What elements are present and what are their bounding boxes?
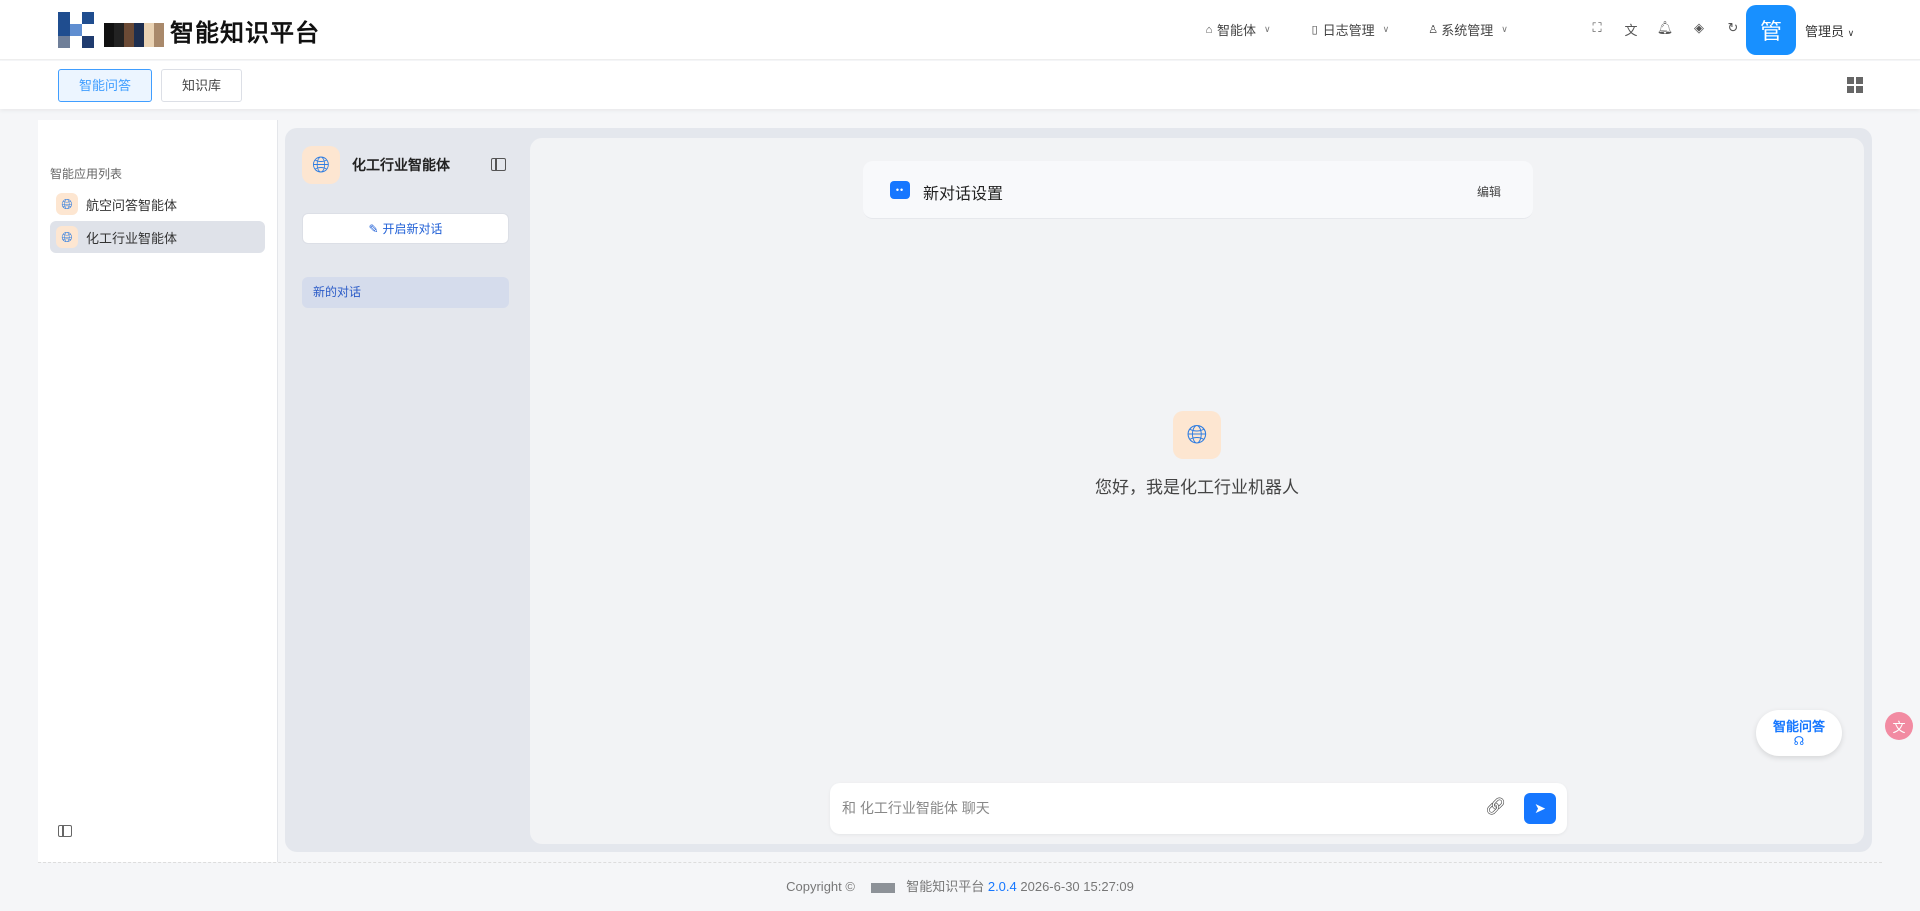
chat-input-box: 🔗︎ ➤ bbox=[830, 783, 1567, 834]
chat-workspace: 🌐︎ 化工行业智能体 ✎ 开启新对话 新的对话 •• 新对话设置 编辑 🌐︎ 您… bbox=[285, 128, 1872, 852]
globe-icon: 🌐︎ bbox=[56, 193, 78, 215]
welcome-message: 您好，我是化工行业机器人 bbox=[1095, 478, 1299, 497]
chevron-down-icon: ∨ bbox=[1501, 24, 1508, 34]
sidebar-item-label: 航空问答智能体 bbox=[86, 197, 178, 213]
tabs-bar: 智能问答 知识库 bbox=[0, 61, 1920, 109]
logo-mark bbox=[58, 12, 94, 48]
app-list-sidebar: 智能应用列表 🌐︎ 航空问答智能体 🌐︎ 化工行业智能体 bbox=[38, 120, 278, 862]
top-nav: ⌂ 智能体 ∨ ▯ 日志管理 ∨ ♙ 系统管理 ∨ bbox=[1203, 20, 1546, 39]
user-name: 管理员 bbox=[1805, 24, 1845, 39]
copyright-text: Copyright © bbox=[786, 879, 855, 894]
theme-icon[interactable]: ◈ bbox=[1682, 20, 1716, 39]
nav-agents[interactable]: ⌂ 智能体 ∨ bbox=[1203, 20, 1271, 39]
apps-grid-icon[interactable] bbox=[1847, 77, 1863, 93]
sidebar-item-chemical[interactable]: 🌐︎ 化工行业智能体 bbox=[50, 221, 265, 253]
send-button[interactable]: ➤ bbox=[1524, 793, 1556, 824]
refresh-icon[interactable]: ↻ bbox=[1716, 20, 1750, 39]
send-icon: ➤ bbox=[1534, 800, 1546, 816]
chat-bubble-icon: •• bbox=[890, 181, 910, 199]
robot-icon: ⌂ bbox=[1205, 23, 1213, 36]
nav-logs[interactable]: ▯ 日志管理 ∨ bbox=[1309, 20, 1390, 39]
avatar[interactable]: 管 bbox=[1746, 5, 1796, 55]
sidebar-item-aviation[interactable]: 🌐︎ 航空问答智能体 bbox=[50, 188, 265, 220]
sidebar-item-label: 化工行业智能体 bbox=[86, 230, 178, 246]
footer-product: 智能知识平台 bbox=[906, 879, 985, 894]
settings-edit-button[interactable]: 编辑 bbox=[1477, 183, 1501, 200]
agent-name: 化工行业智能体 bbox=[352, 157, 450, 173]
floating-qa-button[interactable]: 智能问答 ☊ bbox=[1756, 710, 1842, 756]
header-tools: ⛶ 文 🔔︎ ◈ ↻ bbox=[1580, 20, 1750, 39]
globe-icon: 🌐︎ bbox=[1173, 411, 1221, 459]
tab-knowledge-base[interactable]: 知识库 bbox=[161, 69, 243, 102]
app-title: 智能知识平台 bbox=[170, 19, 320, 47]
chevron-down-icon: ∨ bbox=[1382, 24, 1390, 34]
sidebar-title: 智能应用列表 bbox=[50, 167, 123, 181]
chevron-down-icon: ∨ bbox=[1264, 24, 1271, 34]
footer: Copyright © 智能知识平台 2.0.4 2026-6-30 15:27… bbox=[38, 862, 1882, 911]
chat-input[interactable] bbox=[842, 796, 1462, 820]
footer-logo bbox=[870, 882, 895, 893]
globe-icon: 🌐︎ bbox=[302, 146, 340, 184]
new-chat-label: 开启新对话 bbox=[382, 222, 443, 236]
headset-icon: ☊ bbox=[1793, 734, 1805, 748]
bell-icon[interactable]: 🔔︎ bbox=[1648, 20, 1682, 39]
logo[interactable]: 智能知识平台 bbox=[58, 12, 320, 48]
chevron-down-icon: ∨ bbox=[1847, 28, 1855, 38]
translate-icon[interactable]: 文 bbox=[1614, 20, 1648, 39]
footer-timestamp: 2026-6-30 15:27:09 bbox=[1020, 879, 1134, 894]
nav-agents-label: 智能体 bbox=[1217, 23, 1257, 38]
settings-title: 新对话设置 bbox=[923, 186, 1004, 203]
nav-system-label: 系统管理 bbox=[1441, 23, 1494, 38]
paperclip-icon[interactable]: 🔗︎ bbox=[1485, 797, 1507, 817]
new-chat-button[interactable]: ✎ 开启新对话 bbox=[302, 213, 509, 244]
agent-header: 🌐︎ 化工行业智能体 bbox=[302, 145, 508, 185]
floating-qa-label: 智能问答 bbox=[1772, 719, 1825, 734]
fullscreen-icon[interactable]: ⛶ bbox=[1580, 20, 1614, 39]
conversation-item[interactable]: 新的对话 bbox=[302, 277, 509, 308]
edit-icon: ✎ bbox=[368, 221, 379, 236]
chat-area: •• 新对话设置 编辑 🌐︎ 您好，我是化工行业机器人 🔗︎ ➤ bbox=[530, 138, 1864, 844]
top-header: 智能知识平台 ⌂ 智能体 ∨ ▯ 日志管理 ∨ ♙ 系统管理 ∨ ⛶ 文 🔔︎ … bbox=[0, 0, 1920, 60]
sidebar-collapse-icon[interactable] bbox=[58, 825, 72, 837]
tab-smart-qa[interactable]: 智能问答 bbox=[58, 69, 153, 102]
logo-wordmark-image bbox=[104, 23, 164, 47]
nav-logs-label: 日志管理 bbox=[1322, 23, 1375, 38]
book-icon: ▯ bbox=[1311, 24, 1318, 36]
conversation-settings-card: •• 新对话设置 编辑 bbox=[863, 161, 1533, 219]
user-icon: ♙ bbox=[1428, 24, 1439, 36]
panel-toggle-icon[interactable] bbox=[491, 158, 506, 171]
globe-icon: 🌐︎ bbox=[56, 226, 78, 248]
translate-float-icon[interactable]: 文 bbox=[1885, 712, 1913, 740]
footer-version: 2.0.4 bbox=[987, 879, 1017, 894]
nav-system[interactable]: ♙ 系统管理 ∨ bbox=[1427, 20, 1508, 39]
user-menu[interactable]: 管理员 ∨ bbox=[1805, 21, 1854, 40]
